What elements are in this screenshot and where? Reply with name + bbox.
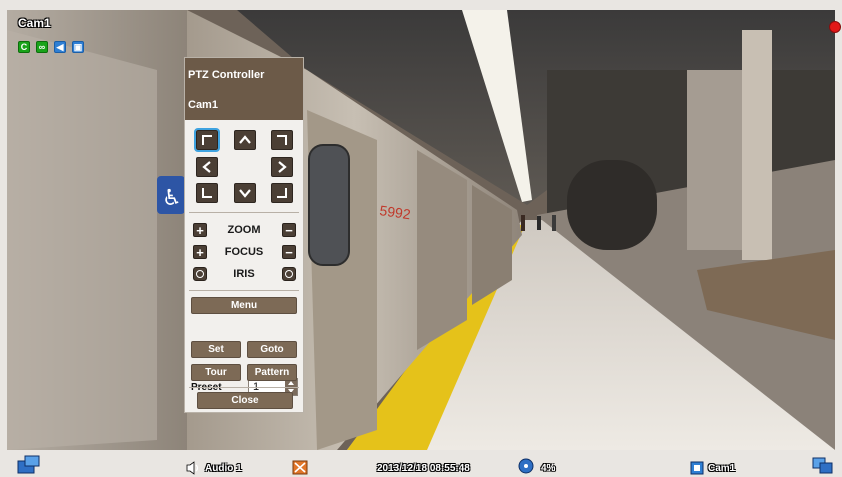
ptz-header: PTZ Controller Cam1 [185, 58, 303, 120]
datetime-display: 2013/12/18 08:55:48 [377, 463, 470, 474]
camera-title: Cam1 [18, 16, 51, 30]
ptz-close-button[interactable]: Close [197, 392, 293, 409]
audio-icon[interactable] [186, 461, 202, 475]
camera-select-icon[interactable] [690, 461, 704, 475]
up-left-arrow-icon [202, 135, 212, 145]
iris-open-button[interactable] [193, 267, 207, 281]
layout-menu-icon[interactable] [17, 455, 41, 475]
c-icon: C [18, 41, 30, 53]
tilt-up-button[interactable] [234, 130, 256, 150]
zoom-out-button[interactable]: − [282, 223, 296, 237]
pan-left-button[interactable] [196, 157, 218, 177]
ptz-title: PTZ Controller [188, 69, 265, 81]
iris-open-icon [196, 270, 204, 278]
ptz-divider [189, 387, 299, 388]
down-arrow-icon [239, 189, 251, 198]
pan-down-left-button[interactable] [196, 183, 218, 203]
focus-label: FOCUS [224, 246, 264, 258]
subway-station-scene: 5992 ♿ [7, 10, 835, 450]
ptz-controller-panel: PTZ Controller Cam1 + ZOOM − + FOCUS − I… [184, 57, 304, 413]
iris-label: IRIS [233, 268, 255, 280]
down-right-arrow-icon [277, 188, 287, 198]
ptz-camera-name: Cam1 [188, 99, 218, 111]
zoom-label: ZOOM [227, 224, 261, 236]
preset-goto-button[interactable]: Goto [247, 341, 297, 358]
recording-indicator-icon [829, 21, 841, 33]
ptz-divider [189, 290, 299, 291]
tour-button[interactable]: Tour [191, 364, 241, 381]
camera-status-icons: C ∞ ◀ ▣ [18, 41, 84, 53]
svg-text:♿: ♿ [162, 186, 182, 211]
ptz-divider [189, 212, 299, 213]
split-screen-icon[interactable] [812, 457, 834, 475]
focus-near-button[interactable]: + [193, 245, 207, 259]
pan-right-button[interactable] [271, 157, 293, 177]
menu-button[interactable]: Menu [191, 297, 297, 314]
disk-usage: 4% [541, 463, 556, 474]
pan-up-left-button[interactable] [194, 128, 220, 152]
motion-icon: ∞ [36, 41, 48, 53]
speaker-icon: ◀ [54, 41, 66, 53]
disk-icon [518, 458, 534, 474]
zoom-in-button[interactable]: + [193, 223, 207, 237]
camera-video-feed[interactable]: 5992 ♿ [7, 10, 835, 450]
right-arrow-icon [278, 161, 287, 173]
up-right-arrow-icon [277, 135, 287, 145]
status-bar: Audio 1 2013/12/18 08:55:48 4% Cam1 [0, 452, 842, 477]
spin-up-icon[interactable] [288, 381, 294, 385]
up-arrow-icon [239, 135, 251, 144]
focus-far-button[interactable]: − [282, 245, 296, 259]
tilt-down-button[interactable] [234, 183, 256, 203]
camera-status-icon: ▣ [72, 41, 84, 53]
iris-close-button[interactable] [282, 267, 296, 281]
pan-down-right-button[interactable] [271, 183, 293, 203]
left-arrow-icon [202, 161, 211, 173]
pan-up-right-button[interactable] [271, 130, 293, 150]
alarm-icon[interactable] [292, 460, 308, 475]
audio-channel-label[interactable]: Audio 1 [205, 463, 242, 474]
iris-close-icon [285, 270, 293, 278]
active-camera-label[interactable]: Cam1 [708, 463, 735, 474]
preset-set-button[interactable]: Set [191, 341, 241, 358]
pattern-button[interactable]: Pattern [247, 364, 297, 381]
down-left-arrow-icon [202, 188, 212, 198]
